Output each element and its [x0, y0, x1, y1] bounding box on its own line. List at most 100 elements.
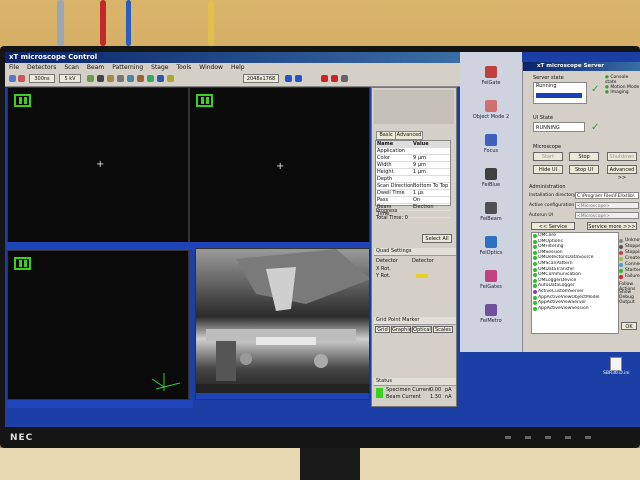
quad-1[interactable]: +	[7, 87, 189, 243]
tree-item-label: AppActiveViewServer	[538, 300, 587, 306]
select-all-button[interactable]: Select All	[422, 234, 452, 243]
grid-row[interactable]: Depth	[376, 176, 450, 183]
menu-beam[interactable]: Beam	[87, 63, 104, 72]
beam-icon[interactable]	[9, 75, 16, 82]
grid-row[interactable]: Application	[376, 148, 450, 155]
play-icon[interactable]	[295, 75, 302, 82]
grid-cell-value[interactable]	[413, 211, 449, 217]
detector-icon[interactable]	[87, 75, 94, 82]
quad-3[interactable]	[7, 250, 189, 400]
tab-optical[interactable]: Optical	[412, 326, 432, 333]
grid-cell-value[interactable]: Electron	[413, 204, 449, 210]
sidebar-item[interactable]: FeiGates	[468, 270, 514, 290]
total-time-label: Total Time: 0	[376, 215, 408, 221]
control-panel: Basic Advanced Name Value Application Col…	[371, 87, 457, 407]
grid-cell-value[interactable]: 1 µm	[413, 169, 449, 175]
stage-icon[interactable]	[107, 75, 114, 82]
grid-row[interactable]: Dwell Time 1 µs	[376, 190, 450, 197]
desktop-file-icon[interactable]: SBR30.D.ini	[603, 357, 629, 376]
crosshair-icon: +	[96, 159, 105, 170]
grid-icon[interactable]	[167, 75, 174, 82]
focus-icon[interactable]	[137, 75, 144, 82]
menu-patterning[interactable]: Patterning	[112, 63, 143, 72]
active-config-select[interactable]: <Microscope>	[575, 202, 639, 209]
autorun-select[interactable]: <Microscope>	[575, 212, 639, 219]
menu-stage[interactable]: Stage	[151, 63, 168, 72]
detector-color-swatch	[416, 274, 428, 278]
show-debug-checkbox[interactable]: Show Debug Output	[619, 290, 640, 305]
grid-cell-value[interactable]: 1 µs	[413, 190, 449, 196]
tree-item-label: OMSession	[538, 249, 563, 255]
image-icon[interactable]	[147, 75, 154, 82]
menu-window[interactable]: Window	[199, 63, 223, 72]
pause-icon[interactable]	[285, 75, 292, 82]
grid-cell-value[interactable]	[413, 176, 449, 182]
pause-icon[interactable]	[14, 94, 31, 107]
grid-cell-name: Application	[377, 148, 405, 154]
grab-icon[interactable]	[127, 75, 134, 82]
sidebar-item[interactable]: Focus	[468, 134, 514, 154]
tree-item-label: OMDataTransfer	[538, 266, 575, 272]
ok-button[interactable]: OK	[621, 322, 637, 330]
legend-item: Failure	[619, 274, 640, 280]
grid-row[interactable]: Height 1 µm	[376, 169, 450, 176]
sidebar-item[interactable]: FeiGate	[468, 66, 514, 86]
hide-ui-button[interactable]: Hide UI	[533, 165, 563, 174]
sem-image-quad[interactable]	[195, 248, 370, 400]
video-icon[interactable]	[97, 75, 104, 82]
quad-2[interactable]: +	[189, 87, 370, 243]
detector-value[interactable]: Detector	[412, 258, 434, 264]
voltage-select[interactable]: 5 kV	[59, 74, 81, 83]
tab-graphic[interactable]: Graphic	[391, 326, 411, 333]
service-tools-button[interactable]: << Service tools	[531, 222, 575, 238]
pause-icon[interactable]	[196, 94, 213, 107]
sidebar-item[interactable]: Object Mode 2	[468, 100, 514, 120]
tab-grid[interactable]: Grid	[375, 326, 390, 333]
grid-row[interactable]: Width 9 µm	[376, 162, 450, 169]
sidebar-item[interactable]: FeiMetro	[468, 304, 514, 324]
record-icon[interactable]	[321, 75, 328, 82]
pause-icon[interactable]	[14, 257, 31, 270]
stop-ui-button[interactable]: Stop UI	[569, 165, 599, 174]
start-button[interactable]: Start	[533, 152, 563, 161]
grid-row[interactable]: Color 9 µm	[376, 155, 450, 162]
save-icon[interactable]	[157, 75, 164, 82]
grid-cell-value[interactable]: Bottom To Top	[413, 183, 449, 189]
scan-icon[interactable]	[18, 75, 25, 82]
grid-cell-value[interactable]: 9 µm	[413, 162, 449, 168]
stop-icon[interactable]	[331, 75, 338, 82]
scan-speed-select[interactable]: 300ns	[29, 74, 55, 83]
grid-cell-value[interactable]	[413, 148, 449, 154]
grid-row[interactable]: Scan Direction Bottom To Top	[376, 183, 450, 190]
settings-icon[interactable]	[117, 75, 124, 82]
detector-label: Detector	[376, 258, 398, 264]
status-dot-icon	[533, 245, 537, 250]
tree-item-label: OMOptions	[538, 238, 563, 244]
grid-cell-value[interactable]: On	[413, 197, 449, 203]
tab-scales[interactable]: Scales	[433, 326, 453, 333]
grid-row[interactable]: Pass On	[376, 197, 450, 204]
ui-state-label: UI State	[533, 115, 553, 121]
shutdown-button[interactable]: Shutdown	[607, 152, 637, 161]
sidebar-item[interactable]: FeiBeam	[468, 202, 514, 222]
menu-scan[interactable]: Scan	[64, 63, 79, 72]
tree-item[interactable]: AppActiveViewSession	[532, 306, 618, 312]
menu-detectors[interactable]: Detectors	[27, 63, 56, 72]
sidebar-item-label: Object Mode 2	[472, 114, 510, 120]
menu-help[interactable]: Help	[231, 63, 245, 72]
sidebar-item[interactable]: FeiBlue	[468, 168, 514, 188]
menu-file[interactable]: File	[9, 63, 19, 72]
menu-tools[interactable]: Tools	[176, 63, 191, 72]
sidebar-item[interactable]: FeiOptics	[468, 236, 514, 256]
legend-label: Created	[625, 256, 640, 261]
stop-button[interactable]: Stop	[569, 152, 599, 161]
resolution-select[interactable]: 2048x1768	[243, 74, 279, 83]
tab-advanced[interactable]: Advanced	[395, 131, 423, 140]
tab-basic[interactable]: Basic	[376, 131, 396, 140]
grid-cell-value[interactable]: 9 µm	[413, 155, 449, 161]
install-dir-input[interactable]: C:\Program Files\FEI\xtlib\	[575, 192, 639, 199]
status-dot-icon	[533, 261, 537, 266]
snapshot-icon[interactable]	[341, 75, 348, 82]
service-more-button[interactable]: Service more >>>	[587, 222, 637, 230]
advanced-button[interactable]: Advanced >>	[607, 165, 637, 181]
